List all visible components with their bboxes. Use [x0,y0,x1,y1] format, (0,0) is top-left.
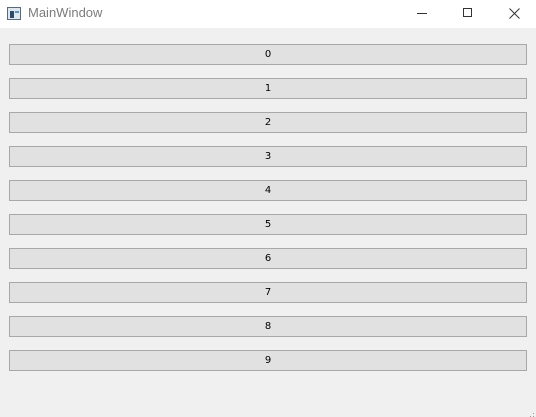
button-2[interactable]: 2 [9,112,527,133]
button-0[interactable]: 0 [9,44,527,65]
central-widget: 0 1 2 3 4 5 6 7 8 9 [0,28,536,417]
button-1[interactable]: 1 [9,78,527,99]
close-button[interactable] [491,0,536,28]
button-5[interactable]: 5 [9,214,527,235]
app-window-icon[interactable] [7,7,21,20]
window-title: MainWindow [28,5,103,20]
button-6[interactable]: 6 [9,248,527,269]
close-icon [509,8,520,19]
button-8[interactable]: 8 [9,316,527,337]
resize-grip-icon[interactable] [525,406,535,417]
maximize-button[interactable] [445,0,491,28]
button-3[interactable]: 3 [9,146,527,167]
button-7[interactable]: 7 [9,282,527,303]
minimize-icon [417,13,427,14]
button-4[interactable]: 4 [9,180,527,201]
main-window: MainWindow 0 1 2 3 4 5 6 7 8 9 [0,0,536,417]
title-bar[interactable]: MainWindow [0,0,536,28]
maximize-icon [463,8,472,17]
button-9[interactable]: 9 [9,350,527,371]
minimize-button[interactable] [399,0,445,28]
